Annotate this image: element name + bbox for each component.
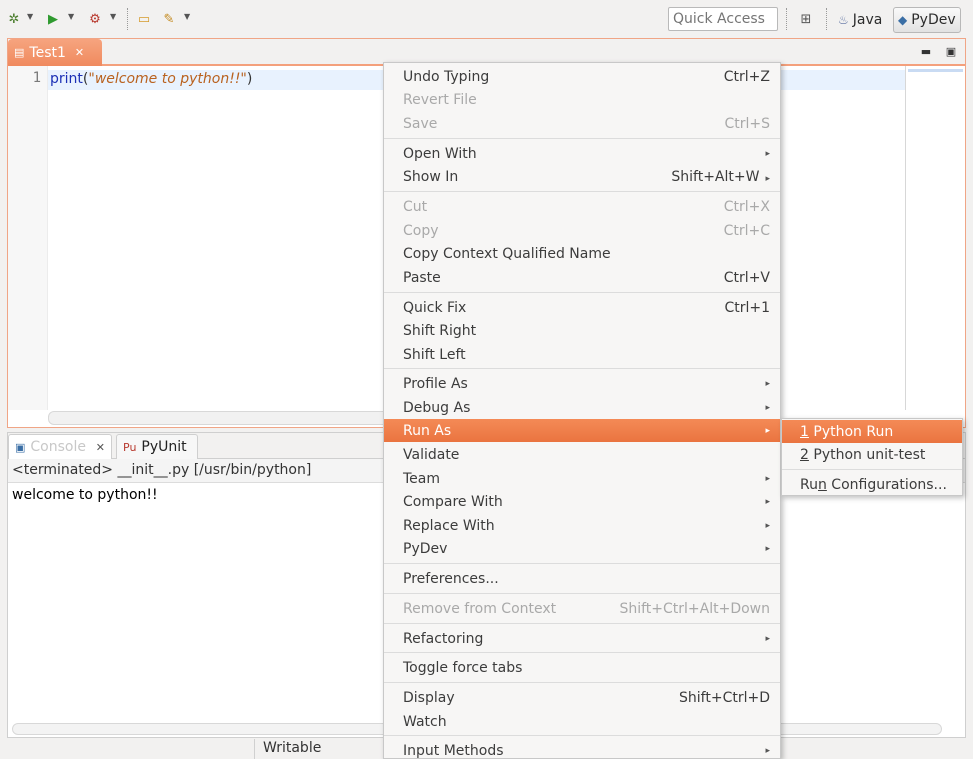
submenu-arrow-icon: ▸ (765, 378, 770, 389)
menu-item-revert-file[interactable]: Revert File (384, 88, 780, 111)
submenu-arrow-icon: ▸ (765, 633, 770, 644)
menu-separator (384, 138, 780, 139)
tab-pyunit[interactable]: Pu PyUnit (116, 434, 198, 459)
menu-item-quick-fix[interactable]: Quick Fix Ctrl+1 (384, 296, 780, 319)
menu-item-copy[interactable]: Copy Ctrl+C (384, 219, 780, 242)
submenu-arrow-icon: ▸ (765, 543, 770, 554)
menu-separator (384, 368, 780, 369)
console-icon: ▣ (15, 440, 26, 454)
minimize-icon[interactable]: ▬ (919, 44, 933, 58)
submenu-arrow-icon: ▸ (765, 148, 770, 159)
menu-separator (384, 652, 780, 653)
menu-item-run-as[interactable]: Run As ▸ (384, 419, 780, 442)
pen-dropdown-icon[interactable]: ▼ (184, 12, 192, 26)
toolbar-separator (127, 8, 128, 30)
menu-item-show-in[interactable]: Show In Shift+Alt+W ▸ (384, 165, 780, 188)
menu-item-refactoring[interactable]: Refactoring ▸ (384, 627, 780, 650)
line-number-gutter: 1 (8, 66, 48, 410)
pen-icon[interactable]: ✎ (160, 10, 178, 28)
submenu-arrow-icon: ▸ (765, 745, 770, 756)
menu-separator (384, 735, 780, 736)
editor-tab-test1[interactable]: ▤ Test1 ✕ (8, 39, 102, 66)
submenu-arrow-icon: ▸ (765, 473, 770, 484)
menu-item-shift-left[interactable]: Shift Left (384, 343, 780, 366)
debug-icon[interactable]: ✲ (5, 10, 23, 28)
menu-separator (384, 682, 780, 683)
toolbar-separator (786, 8, 787, 30)
submenu-arrow-icon: ▸ (765, 425, 770, 436)
code-string: "welcome to python!!" (88, 71, 247, 87)
status-writable: Writable (254, 739, 329, 759)
overview-ruler[interactable] (905, 66, 965, 410)
code-line[interactable]: print("welcome to python!!") (50, 71, 252, 87)
context-menu: Undo Typing Ctrl+Z Revert File Save Ctrl+S… (383, 62, 781, 759)
quick-access-input[interactable] (668, 7, 778, 31)
submenu-arrow-icon: ▸ (765, 402, 770, 413)
menu-item-toggle-force-tabs[interactable]: Toggle force tabs (384, 656, 780, 679)
tab-console[interactable]: ▣ Console ✕ (8, 434, 112, 459)
open-folder-icon[interactable]: ▭ (135, 10, 153, 28)
submenu-arrow-icon: ▸ (765, 496, 770, 507)
close-icon[interactable]: ✕ (96, 441, 105, 454)
menu-separator (384, 563, 780, 564)
submenu-arrow-icon: ▸ (765, 173, 770, 184)
menu-separator (384, 623, 780, 624)
menu-item-pydev[interactable]: PyDev ▸ (384, 537, 780, 560)
perspective-java[interactable]: ♨ Java (834, 7, 886, 33)
menu-item-profile-as[interactable]: Profile As ▸ (384, 372, 780, 395)
python-icon: ◆ (898, 13, 908, 27)
code-function: print (50, 71, 83, 87)
external-tools-dropdown-icon[interactable]: ▼ (110, 12, 118, 26)
menu-item-replace-with[interactable]: Replace With ▸ (384, 514, 780, 537)
menu-separator (384, 292, 780, 293)
submenu-item-python-run[interactable]: 1 Python Run (782, 420, 962, 443)
menu-item-shift-right[interactable]: Shift Right (384, 319, 780, 342)
menu-item-validate[interactable]: Validate (384, 443, 780, 466)
console-output: welcome to python!! (12, 487, 158, 503)
run-as-submenu: 1 Python Run 2 Python unit-test Ru n Conf… (781, 418, 963, 496)
code-close-paren: ) (246, 71, 253, 87)
main-toolbar: ✲ ▼ ▶ ▼ ⚙ ▼ ▭ ✎ ▼ ⊞ ♨ Java ◆ PyDev (0, 0, 973, 38)
menu-item-debug-as[interactable]: Debug As ▸ (384, 396, 780, 419)
open-perspective-icon[interactable]: ⊞ (797, 10, 815, 28)
run-dropdown-icon[interactable]: ▼ (68, 12, 76, 26)
menu-separator (384, 191, 780, 192)
pyunit-icon: Pu (123, 440, 137, 454)
line-number: 1 (32, 70, 41, 86)
menu-item-watch[interactable]: Watch (384, 710, 780, 733)
menu-item-remove-from-context[interactable]: Remove from Context Shift+Ctrl+Alt+Down (384, 597, 780, 620)
run-icon[interactable]: ▶ (44, 10, 62, 28)
menu-item-team[interactable]: Team ▸ (384, 467, 780, 490)
menu-separator (782, 469, 962, 470)
submenu-item-run-configurations[interactable]: Ru n Configurations... (782, 473, 962, 496)
java-perspective-icon: ♨ (838, 13, 849, 27)
toolbar-separator (826, 8, 827, 30)
menu-item-cut[interactable]: Cut Ctrl+X (384, 195, 780, 218)
menu-item-open-with[interactable]: Open With ▸ (384, 142, 780, 165)
maximize-icon[interactable]: ▣ (944, 44, 958, 58)
menu-separator (384, 593, 780, 594)
debug-dropdown-icon[interactable]: ▼ (27, 12, 35, 26)
menu-item-preferences[interactable]: Preferences... (384, 567, 780, 590)
perspective-pydev[interactable]: ◆ PyDev (893, 7, 961, 33)
close-icon[interactable]: ✕ (75, 46, 84, 59)
menu-item-display[interactable]: Display Shift+Ctrl+D (384, 686, 780, 709)
menu-item-undo-typing[interactable]: Undo Typing Ctrl+Z (384, 65, 780, 88)
submenu-arrow-icon: ▸ (765, 520, 770, 531)
submenu-item-python-unit-test[interactable]: 2 Python unit-test (782, 443, 962, 466)
menu-item-compare-with[interactable]: Compare With ▸ (384, 490, 780, 513)
menu-item-input-methods[interactable]: Input Methods ▸ (384, 739, 780, 759)
external-tools-icon[interactable]: ⚙ (86, 10, 104, 28)
menu-item-paste[interactable]: Paste Ctrl+V (384, 266, 780, 289)
menu-item-save[interactable]: Save Ctrl+S (384, 112, 780, 135)
python-file-icon: ▤ (14, 46, 25, 59)
menu-item-copy-context-qualified-name[interactable]: Copy Context Qualified Name (384, 242, 780, 265)
